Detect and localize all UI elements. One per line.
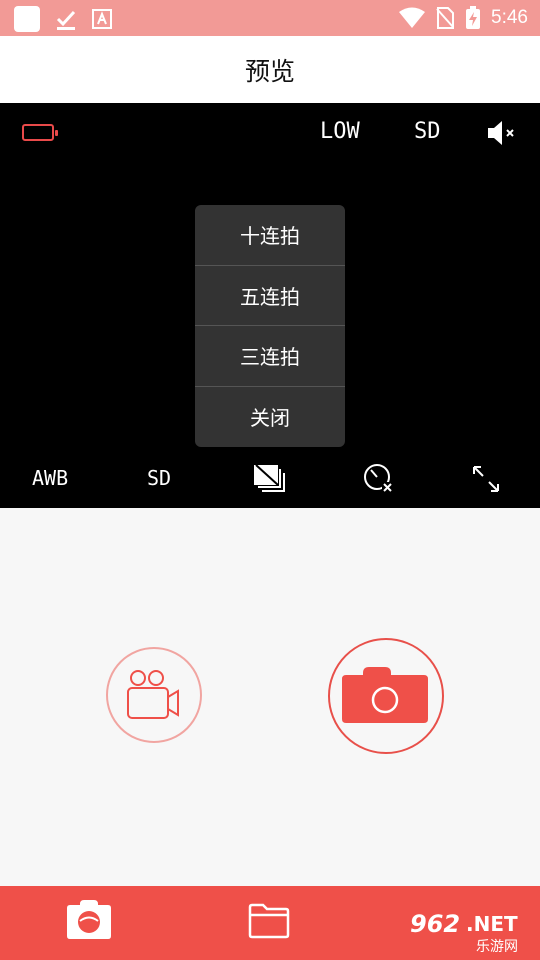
record-video-button[interactable] — [106, 647, 202, 743]
camera-icon — [342, 667, 428, 723]
folder-icon — [248, 903, 290, 939]
wifi-icon — [399, 7, 426, 28]
status-bar: 5:46 — [0, 0, 540, 36]
white-balance-button[interactable]: AWB — [32, 466, 68, 490]
site-watermark: 962 .NET 乐游网 — [404, 908, 536, 956]
burst-three-option[interactable]: 三连拍 — [195, 326, 345, 387]
camera-battery-icon — [22, 124, 58, 141]
burst-ten-option[interactable]: 十连拍 — [195, 205, 345, 266]
fullscreen-icon[interactable] — [472, 465, 500, 493]
title-bar: 预览 — [0, 36, 540, 103]
camera-tab-icon — [67, 900, 111, 939]
capture-panel — [0, 508, 540, 886]
video-camera-icon — [127, 670, 179, 719]
mute-icon[interactable] — [486, 119, 518, 147]
watermark-subtitle: 乐游网 — [476, 939, 518, 955]
timer-icon[interactable] — [362, 462, 394, 494]
nav-camera-tab[interactable] — [66, 900, 112, 944]
download-done-icon — [56, 10, 76, 30]
burst-off-option[interactable]: 关闭 — [195, 387, 345, 448]
watermark-number: 962 — [410, 910, 461, 938]
text-notification-icon — [92, 9, 112, 29]
storage-toggle[interactable]: SD — [414, 119, 441, 144]
battery-charging-icon — [466, 6, 481, 29]
app-notification-icon — [14, 6, 40, 32]
watermark-domain: .NET — [466, 912, 518, 936]
quality-toggle[interactable]: LOW — [320, 119, 360, 144]
burst-mode-menu: 十连拍 五连拍 三连拍 关闭 — [195, 205, 345, 447]
take-photo-button[interactable] — [328, 638, 444, 754]
status-time: 5:46 — [491, 7, 528, 28]
burst-five-option[interactable]: 五连拍 — [195, 266, 345, 326]
nav-files-tab[interactable] — [248, 903, 290, 943]
page-title: 预览 — [244, 56, 295, 86]
no-sim-icon — [436, 7, 455, 29]
resolution-button[interactable]: SD — [147, 466, 171, 490]
burst-mode-icon[interactable] — [252, 463, 288, 493]
